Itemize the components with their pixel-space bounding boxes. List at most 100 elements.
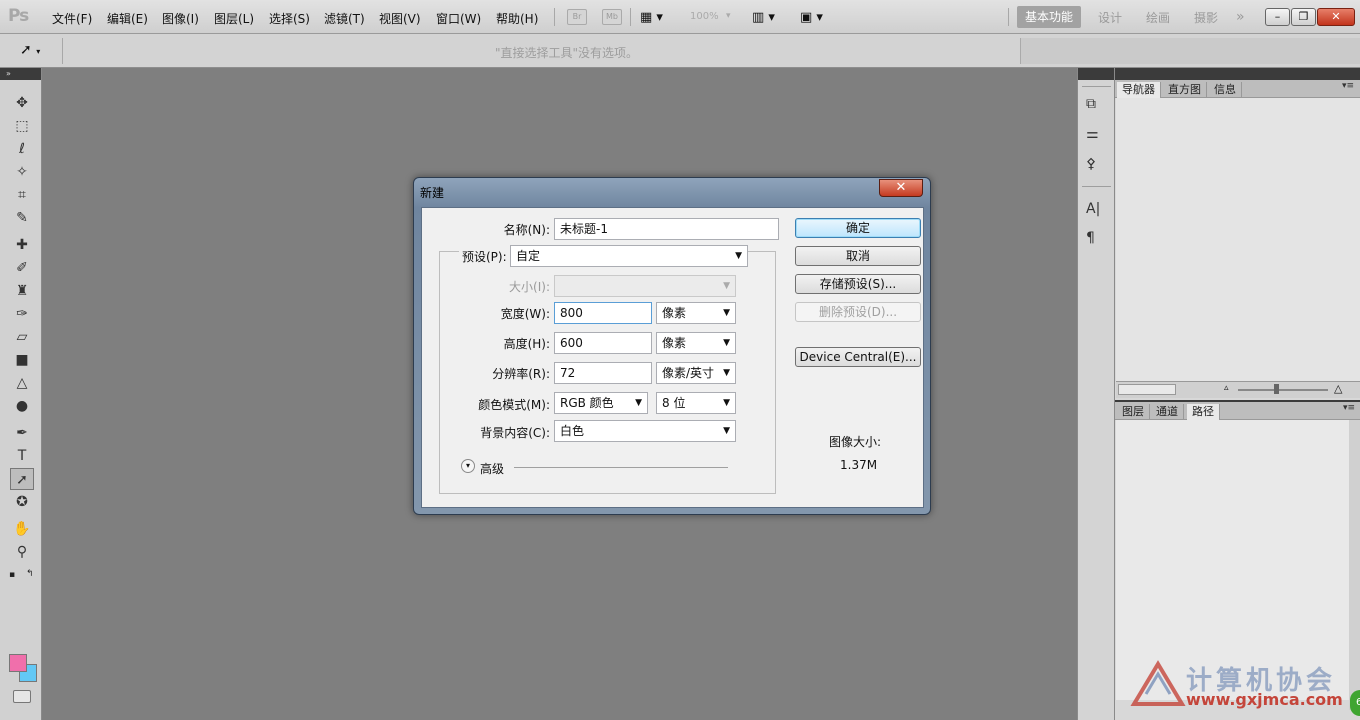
shape-tool-icon[interactable]: ✪ bbox=[10, 491, 34, 513]
menu-view[interactable]: 视图(V) bbox=[379, 10, 421, 27]
advanced-label[interactable]: 高级 bbox=[480, 460, 504, 477]
menu-filter[interactable]: 滤镜(T) bbox=[324, 10, 365, 27]
zoom-level[interactable]: 100% bbox=[690, 11, 719, 22]
dodge-tool-icon[interactable]: ● bbox=[10, 395, 34, 417]
navigator-zoom-bar: ▵ △ bbox=[1116, 382, 1360, 398]
clone-stamp-tool-icon[interactable]: ♜ bbox=[10, 280, 34, 302]
menu-image[interactable]: 图像(I) bbox=[162, 10, 199, 27]
zoom-field[interactable] bbox=[1118, 384, 1176, 395]
menu-help[interactable]: 帮助(H) bbox=[496, 10, 538, 27]
menu-layer[interactable]: 图层(L) bbox=[214, 10, 254, 27]
move-tool-icon[interactable]: ✥ bbox=[10, 92, 34, 114]
chevron-down-icon: ▼ bbox=[723, 281, 730, 291]
close-window-button[interactable]: ✕ bbox=[1317, 8, 1355, 26]
adjustments-panel-icon[interactable]: ⚌ bbox=[1086, 126, 1099, 142]
foreground-color-swatch[interactable] bbox=[9, 654, 27, 672]
tab-channels[interactable]: 通道 bbox=[1151, 404, 1184, 420]
cancel-button[interactable]: 取消 bbox=[795, 246, 921, 266]
bridge-icon[interactable]: Br bbox=[567, 9, 587, 25]
bit-depth-select[interactable]: 8 位 ▼ bbox=[656, 392, 736, 414]
color-mode-select[interactable]: RGB 颜色 ▼ bbox=[554, 392, 648, 414]
resolution-field[interactable]: 72 bbox=[554, 362, 652, 384]
quick-selection-tool-icon[interactable]: ✧ bbox=[10, 161, 34, 183]
panels-area: 导航器 直方图 信息 ▾≡ ▵ △ 图层 通道 路径 ▾≡ bbox=[1114, 68, 1360, 720]
workspace-photography[interactable]: 摄影 bbox=[1194, 9, 1218, 26]
dialog-close-button[interactable]: ✕ bbox=[879, 179, 923, 197]
tab-histogram[interactable]: 直方图 bbox=[1163, 82, 1207, 98]
zoom-slider[interactable] bbox=[1238, 389, 1328, 391]
healing-brush-tool-icon[interactable]: ✚ bbox=[10, 234, 34, 256]
width-field[interactable]: 800 bbox=[554, 302, 652, 324]
tab-layers[interactable]: 图层 bbox=[1117, 404, 1150, 420]
blur-tool-icon[interactable]: △ bbox=[10, 372, 34, 394]
brush-tool-icon[interactable]: ✐ bbox=[10, 257, 34, 279]
gradient-tool-icon[interactable]: ■ bbox=[10, 349, 34, 371]
height-field[interactable]: 600 bbox=[554, 332, 652, 354]
dialog-body: 名称(N): 未标题-1 预设(P): 自定 ▼ 大小(I): ▼ 宽度(W): … bbox=[421, 207, 924, 508]
ok-button[interactable]: 确定 bbox=[795, 218, 921, 238]
preset-select[interactable]: 自定 ▼ bbox=[510, 245, 748, 267]
history-panel-icon[interactable]: ⧉ bbox=[1086, 96, 1096, 112]
direct-selection-tool-icon[interactable]: ➚ bbox=[10, 468, 34, 490]
history-brush-tool-icon[interactable]: ✑ bbox=[10, 303, 34, 325]
zoom-dropdown-icon[interactable]: ▾ bbox=[726, 11, 731, 21]
name-field[interactable]: 未标题-1 bbox=[554, 218, 779, 240]
dialog-title: 新建 bbox=[420, 186, 445, 200]
background-contents-select[interactable]: 白色 ▼ bbox=[554, 420, 736, 442]
workspace-essentials[interactable]: 基本功能 bbox=[1017, 6, 1081, 28]
arrange-documents-icon[interactable]: ▥ ▾ bbox=[752, 10, 775, 25]
zoom-in-icon[interactable]: △ bbox=[1334, 382, 1342, 395]
workspace-painting[interactable]: 绘画 bbox=[1146, 9, 1170, 26]
paragraph-panel-icon[interactable]: ¶ bbox=[1086, 230, 1095, 246]
green-badge[interactable]: 6 bbox=[1350, 690, 1360, 716]
screen-mode-icon[interactable]: ▣ ▾ bbox=[800, 10, 823, 25]
menu-edit[interactable]: 编辑(E) bbox=[107, 10, 148, 27]
panel-collapse-button[interactable] bbox=[1115, 68, 1360, 80]
separator bbox=[62, 38, 63, 64]
tab-info[interactable]: 信息 bbox=[1209, 82, 1242, 98]
tool-preset-picker-icon[interactable]: ➚ ▾ bbox=[20, 42, 40, 58]
character-panel-icon[interactable]: A| bbox=[1086, 201, 1100, 217]
minimize-button[interactable]: – bbox=[1265, 8, 1290, 26]
scrollbar[interactable] bbox=[1349, 420, 1360, 710]
advanced-divider bbox=[514, 467, 728, 468]
tab-navigator[interactable]: 导航器 bbox=[1117, 82, 1161, 98]
type-tool-icon[interactable]: T bbox=[10, 445, 34, 467]
menu-select[interactable]: 选择(S) bbox=[269, 10, 310, 27]
toolbox-collapse-button[interactable]: » bbox=[0, 68, 41, 80]
view-extras-icon[interactable]: ▦ ▾ bbox=[640, 10, 663, 25]
mini-bridge-icon[interactable]: Mb bbox=[602, 9, 622, 25]
quick-mask-icon[interactable] bbox=[13, 690, 31, 703]
default-colors-icon[interactable]: ▪ bbox=[9, 570, 15, 580]
hand-tool-icon[interactable]: ✋ bbox=[10, 518, 34, 540]
workspace-design[interactable]: 设计 bbox=[1098, 9, 1122, 26]
eyedropper-tool-icon[interactable]: ✎ bbox=[10, 207, 34, 229]
delete-preset-button: 删除预设(D)... bbox=[795, 302, 921, 322]
marquee-tool-icon[interactable]: ⬚ bbox=[10, 115, 34, 137]
advanced-toggle-icon[interactable]: ▾ bbox=[461, 459, 475, 473]
menu-file[interactable]: 文件(F) bbox=[52, 10, 92, 27]
usb-icon[interactable]: ⚴ bbox=[1086, 156, 1096, 172]
zoom-slider-handle[interactable] bbox=[1274, 384, 1279, 394]
more-workspaces-icon[interactable]: » bbox=[1236, 9, 1245, 25]
height-unit-select[interactable]: 像素 ▼ bbox=[656, 332, 736, 354]
zoom-out-icon[interactable]: ▵ bbox=[1224, 383, 1229, 393]
width-unit-select[interactable]: 像素 ▼ bbox=[656, 302, 736, 324]
resolution-unit-select[interactable]: 像素/英寸 ▼ bbox=[656, 362, 736, 384]
save-preset-button[interactable]: 存储预设(S)... bbox=[795, 274, 921, 294]
device-central-button[interactable]: Device Central(E)... bbox=[795, 347, 921, 367]
lasso-tool-icon[interactable]: ℓ bbox=[10, 138, 34, 160]
panel-menu-icon[interactable]: ▾≡ bbox=[1343, 403, 1355, 413]
eraser-tool-icon[interactable]: ▱ bbox=[10, 326, 34, 348]
crop-tool-icon[interactable]: ⌗ bbox=[10, 184, 34, 206]
dock-collapse-button[interactable] bbox=[1078, 68, 1114, 80]
pen-tool-icon[interactable]: ✒ bbox=[10, 422, 34, 444]
color-mode-value: RGB 颜色 bbox=[560, 396, 614, 410]
restore-button[interactable]: ❐ bbox=[1291, 8, 1316, 26]
swap-colors-icon[interactable]: ↰ bbox=[26, 569, 34, 579]
tab-paths[interactable]: 路径 bbox=[1187, 404, 1220, 420]
menu-window[interactable]: 窗口(W) bbox=[436, 10, 481, 27]
panel-menu-icon[interactable]: ▾≡ bbox=[1342, 81, 1354, 91]
zoom-tool-icon[interactable]: ⚲ bbox=[10, 541, 34, 563]
background-contents-label: 背景内容(C): bbox=[480, 426, 550, 440]
